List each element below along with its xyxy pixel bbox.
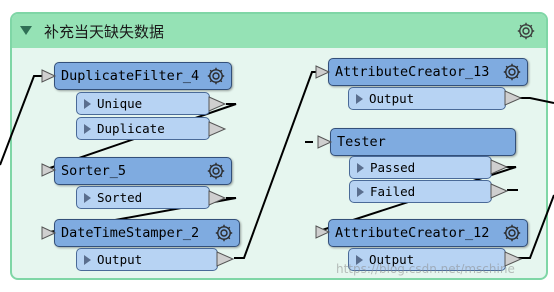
output-port-icon[interactable] — [490, 159, 509, 175]
input-port-icon[interactable] — [317, 135, 333, 149]
output-port-icon[interactable] — [490, 183, 509, 199]
input-port-icon[interactable] — [41, 226, 57, 240]
input-port-icon[interactable] — [315, 225, 331, 239]
input-port-icon[interactable] — [41, 69, 57, 83]
output-port-icon[interactable] — [504, 90, 523, 106]
port-arrows — [41, 65, 523, 267]
output-port-icon[interactable] — [208, 96, 227, 112]
input-port-icon[interactable] — [41, 163, 57, 177]
output-port-icon[interactable] — [216, 251, 235, 267]
workspace-canvas[interactable]: 补充当天缺失数据 DuplicateFilter_4 Unique Duplic… — [0, 0, 554, 292]
output-port-icon[interactable] — [208, 121, 227, 137]
output-port-icon[interactable] — [208, 190, 227, 206]
input-port-icon[interactable] — [315, 65, 331, 79]
watermark: https://blog.csdn.net/mschine — [336, 262, 515, 276]
